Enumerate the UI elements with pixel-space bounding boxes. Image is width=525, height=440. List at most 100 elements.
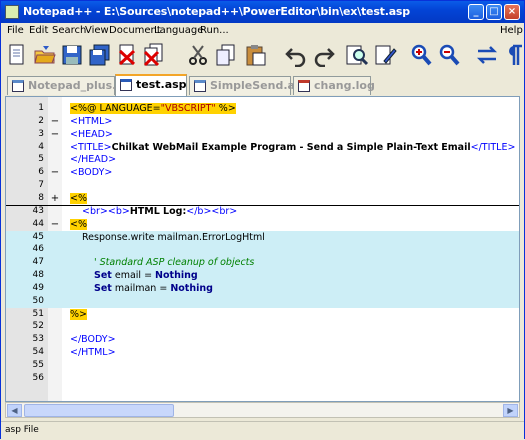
line-number: 46 xyxy=(32,244,44,255)
code-text: <HEAD> xyxy=(70,128,113,141)
code-text: Set email = Nothing xyxy=(94,269,198,282)
line-number: 6 xyxy=(38,167,44,178)
code-text: </HEAD> xyxy=(70,153,116,166)
code-line[interactable]: 2− <HTML> xyxy=(6,115,519,128)
line-number: 55 xyxy=(32,360,44,370)
fold-expand-icon[interactable]: + xyxy=(48,192,62,205)
code-editor[interactable]: 1 <%@ LANGUAGE="VBSCRIPT" %> 2− <HTML> 3− <HE… xyxy=(5,96,520,402)
code-text: <br><b>HTML Log:</b><br> xyxy=(82,205,237,218)
menu-help[interactable]: Help xyxy=(500,25,523,36)
code-text: ' Standard ASP cleanup of objects xyxy=(94,256,254,269)
code-line[interactable]: 49 Set mailman = Nothing xyxy=(6,281,519,295)
save-icon[interactable] xyxy=(60,43,84,67)
tab-label: test.asp xyxy=(136,78,187,91)
code-line[interactable]: 4 <TITLE>Chilkat WebMail Example Program … xyxy=(6,141,519,154)
code-line[interactable]: 51 %> xyxy=(6,308,519,321)
line-number: 43 xyxy=(32,205,44,216)
code-line[interactable]: 45 Response.write mailman.ErrorLogHtml xyxy=(6,230,519,244)
notepad-app-icon[interactable] xyxy=(5,5,19,19)
tab-chang-log[interactable]: chang.log xyxy=(293,76,375,95)
show-all-characters-icon[interactable] xyxy=(503,43,525,67)
zoom-out-icon[interactable] xyxy=(437,43,461,67)
replace-icon[interactable] xyxy=(374,43,398,67)
menu-file[interactable]: File xyxy=(7,25,24,36)
code-text: <%@ LANGUAGE="VBSCRIPT" %> xyxy=(70,102,236,115)
tab-label: chang.log xyxy=(314,79,375,92)
menu-search[interactable]: Search xyxy=(52,25,86,36)
close-window-button[interactable]: × xyxy=(504,4,520,20)
menu-view[interactable]: View xyxy=(85,25,109,36)
status-bar: asp File xyxy=(1,421,524,440)
code-line[interactable]: 50 xyxy=(6,294,519,308)
sync-scroll-icon[interactable] xyxy=(475,43,499,67)
code-line[interactable]: 55 xyxy=(6,359,519,372)
line-number: 49 xyxy=(32,282,44,293)
code-line[interactable]: 52 xyxy=(6,320,519,333)
menu-edit[interactable]: Edit xyxy=(29,25,48,36)
code-line[interactable]: 54 </HTML> xyxy=(6,346,519,359)
code-line[interactable]: 1 <%@ LANGUAGE="VBSCRIPT" %> xyxy=(6,102,519,115)
copy-icon[interactable] xyxy=(214,43,238,67)
title-bar[interactable]: Notepad++ - E:\Sources\notepad++\PowerEd… xyxy=(1,1,524,23)
code-text: <% xyxy=(70,218,87,231)
code-token: </b> xyxy=(186,205,212,217)
tab-notepad-plus-rc[interactable]: Notepad_plus.rc xyxy=(7,76,128,95)
code-line[interactable]: 56 xyxy=(6,372,519,385)
scroll-right-icon[interactable]: ▶ xyxy=(503,404,518,417)
menu-run[interactable]: Run... xyxy=(200,25,229,36)
tab-test-asp[interactable]: test.asp xyxy=(115,74,187,96)
tab-simplesend-asp[interactable]: SimpleSend.asp xyxy=(189,76,309,95)
code-line[interactable]: 43 <br><b>HTML Log:</b><br> xyxy=(6,205,519,218)
code-token: Nothing xyxy=(155,270,198,282)
save-all-icon[interactable] xyxy=(88,43,112,67)
undo-icon[interactable] xyxy=(284,43,308,68)
line-number: 1 xyxy=(38,103,44,113)
code-line[interactable]: 6− <BODY> xyxy=(6,166,519,179)
scrollbar-thumb[interactable] xyxy=(24,404,174,417)
code-line[interactable]: 53 </BODY> xyxy=(6,333,519,346)
redo-icon[interactable] xyxy=(312,43,336,68)
fold-collapse-icon[interactable]: − xyxy=(48,166,62,179)
fold-collapse-icon[interactable]: − xyxy=(48,218,62,231)
code-line[interactable]: 7 xyxy=(6,179,519,192)
code-line[interactable]: 47 ' Standard ASP cleanup of objects xyxy=(6,256,519,270)
line-number: 47 xyxy=(32,257,44,268)
zoom-in-icon[interactable] xyxy=(409,43,433,67)
code-token: </HEAD> xyxy=(70,154,117,166)
code-line[interactable]: 5 </HEAD> xyxy=(6,153,519,166)
menu-bar: File Edit Search View Document Language Run...… xyxy=(1,23,524,41)
minimize-button[interactable]: _ xyxy=(468,4,484,20)
fold-collapse-icon[interactable]: − xyxy=(48,128,62,141)
new-file-icon[interactable] xyxy=(5,43,29,67)
line-number: 56 xyxy=(32,372,44,383)
menu-language[interactable]: Language xyxy=(154,25,203,36)
horizontal-scrollbar[interactable]: ◀ ▶ xyxy=(5,402,520,418)
code-token: "VBSCRIPT" xyxy=(160,103,216,114)
fold-collapse-icon[interactable]: − xyxy=(48,115,62,128)
open-file-icon[interactable] xyxy=(33,43,57,67)
code-token: <HTML> xyxy=(70,115,113,127)
find-icon[interactable] xyxy=(345,43,369,67)
code-token: mailman = xyxy=(111,282,171,294)
cut-icon[interactable] xyxy=(186,43,210,67)
scroll-left-icon[interactable]: ◀ xyxy=(7,404,22,417)
close-all-icon[interactable] xyxy=(142,43,166,67)
code-token: Chilkat WebMail Example Program - Send a… xyxy=(111,141,471,153)
code-token: Set xyxy=(94,270,112,282)
code-line[interactable]: 46 xyxy=(6,243,519,257)
close-icon[interactable] xyxy=(115,43,139,67)
line-number: 4 xyxy=(38,141,44,152)
line-number: 2 xyxy=(38,115,44,126)
maximize-button[interactable]: □ xyxy=(486,4,502,20)
code-token: <% xyxy=(70,218,87,230)
code-text: </HTML> xyxy=(70,346,116,359)
paste-icon[interactable] xyxy=(244,43,268,67)
line-number: 48 xyxy=(32,270,44,281)
code-line[interactable]: 3− <HEAD> xyxy=(6,128,519,141)
code-token: <%@ LANGUAGE= xyxy=(70,103,161,114)
file-tab-icon xyxy=(298,80,310,92)
notepad-plus-plus-window: Notepad++ - E:\Sources\notepad++\PowerEd… xyxy=(0,0,525,440)
code-line[interactable]: 44− <% xyxy=(6,218,519,231)
code-line[interactable]: 48 Set email = Nothing xyxy=(6,269,519,283)
code-text: %> xyxy=(70,308,87,321)
